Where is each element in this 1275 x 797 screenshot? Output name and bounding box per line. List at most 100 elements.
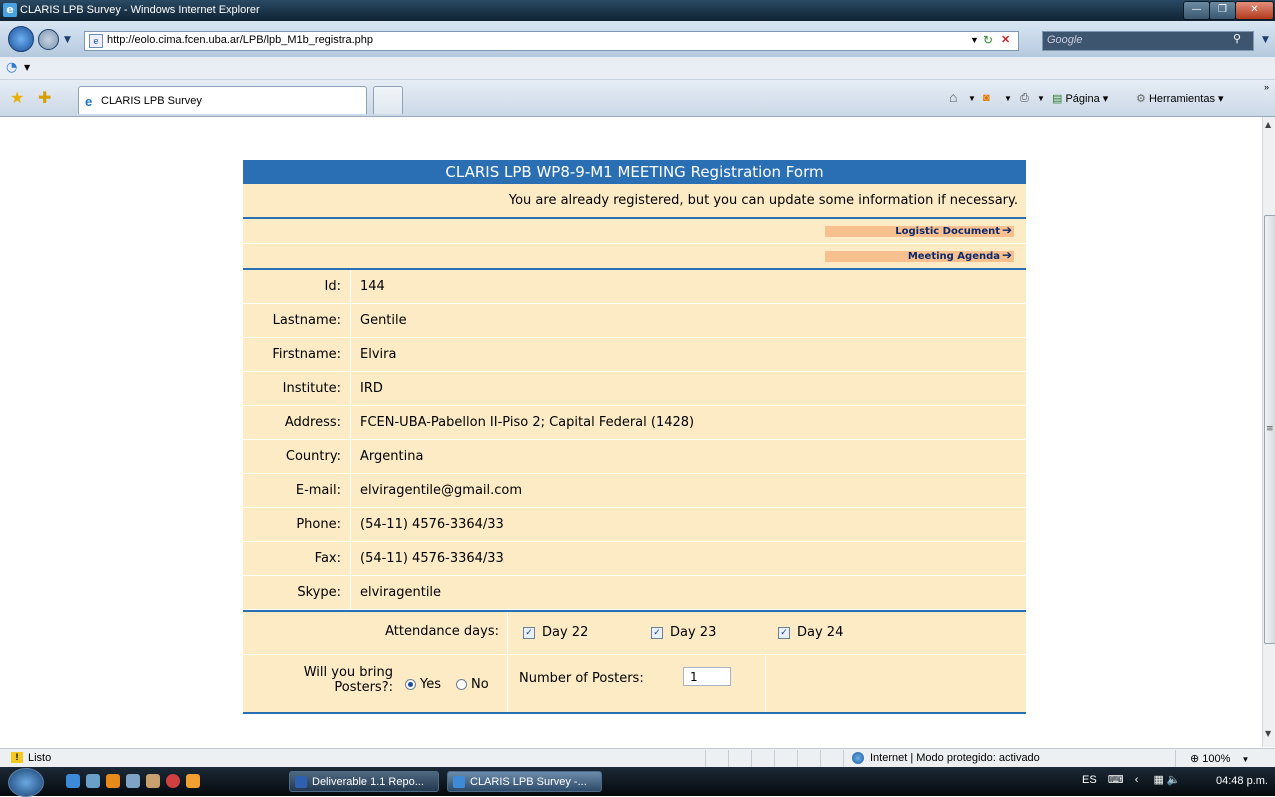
search-input[interactable]: Google ⚲ — [1042, 31, 1254, 51]
field-row-lastname: Lastname: Gentile — [243, 304, 1026, 338]
start-button[interactable] — [8, 768, 44, 797]
ie-toolbar-icon[interactable]: ◔ — [6, 60, 17, 75]
history-dropdown-icon[interactable]: ▼ — [64, 35, 71, 45]
taskbar-item-ie[interactable]: CLARIS LPB Survey -... — [447, 771, 602, 792]
home-icon[interactable]: ⌂ — [949, 89, 957, 105]
ie-icon — [453, 776, 465, 788]
day-24-checkbox[interactable]: ✓ Day 24 — [778, 625, 843, 640]
links-toolbar: ◔ ▼ — [0, 57, 1275, 80]
add-favorites-icon[interactable]: ✚ — [38, 88, 51, 107]
search-icon[interactable]: ⚲ — [1233, 32, 1241, 45]
field-row-fax: Fax: (54-11) 4576-3364/33 — [243, 542, 1026, 576]
maximize-button[interactable]: ❐ — [1209, 1, 1236, 20]
zoom-icon: ⊕ — [1190, 753, 1200, 765]
arrow-right-icon: ➔ — [1001, 248, 1012, 262]
field-label: Country: — [285, 449, 341, 464]
page-menu-label: Página ▾ — [1065, 93, 1109, 105]
field-value: 144 — [360, 279, 385, 294]
keyboard-icon[interactable]: ⌨ — [1108, 774, 1124, 786]
zoom-dropdown-icon: ▼ — [1241, 755, 1250, 764]
logistic-row: Logistic Document ➔ — [243, 219, 1026, 244]
feeds-icon[interactable]: ◙ — [983, 92, 990, 104]
opera-quicklaunch-icon[interactable] — [166, 774, 180, 788]
field-row-email: E-mail: elviragentile@gmail.com — [243, 474, 1026, 508]
field-value: Gentile — [360, 313, 407, 328]
posters-yes-radio[interactable]: Yes — [405, 677, 441, 692]
meeting-agenda-link[interactable]: Meeting Agenda ➔ — [825, 248, 1014, 262]
tab-claris[interactable]: e CLARIS LPB Survey — [78, 86, 367, 114]
field-value: FCEN-UBA-Pabellon II-Piso 2; Capital Fed… — [360, 415, 695, 430]
taskbar-item-word[interactable]: Deliverable 1.1 Repo... — [289, 771, 439, 792]
field-value: elviragentile — [360, 585, 442, 600]
feeds-dropdown-icon[interactable]: ▼ — [1004, 94, 1012, 103]
print-icon[interactable]: ⎙ — [1020, 92, 1029, 105]
page-menu[interactable]: ▤ Página ▾ — [1052, 92, 1108, 105]
chevron-more-icon[interactable]: » — [1264, 82, 1269, 92]
day-22-checkbox[interactable]: ✓ Day 22 — [523, 625, 588, 640]
status-text: Listo — [28, 752, 52, 764]
checkbox-checked-icon: ✓ — [778, 626, 790, 639]
app-quicklaunch-icon[interactable] — [146, 774, 160, 788]
number-of-posters-input[interactable]: 1 — [683, 667, 731, 686]
form-title: CLARIS LPB WP8-9-M1 MEETING Registration… — [243, 160, 1026, 184]
refresh-icon[interactable]: ↻ — [983, 33, 993, 47]
ie-quicklaunch-icon[interactable] — [66, 774, 80, 788]
network-icon[interactable]: ▦ — [1153, 774, 1163, 786]
app2-quicklaunch-icon[interactable] — [186, 774, 200, 788]
logistic-document-label: Logistic Document — [895, 226, 1000, 237]
minimize-button[interactable]: — — [1183, 1, 1210, 20]
language-indicator[interactable]: ES — [1082, 774, 1097, 786]
search-quicklaunch-icon[interactable] — [126, 774, 140, 788]
taskbar-item-label: CLARIS LPB Survey -... — [470, 776, 587, 788]
zoom-level[interactable]: ⊕ 100% ▼ — [1190, 752, 1249, 765]
field-label: Address: — [284, 415, 341, 430]
stop-icon[interactable]: ✕ — [1001, 33, 1010, 46]
field-value: IRD — [360, 381, 383, 396]
tray-expand-icon[interactable]: ‹ — [1135, 774, 1139, 786]
print-dropdown-icon[interactable]: ▼ — [1037, 94, 1045, 103]
address-dropdown-icon[interactable]: ▼ — [970, 35, 979, 45]
field-label: Lastname: — [272, 313, 341, 328]
close-button[interactable]: ✕ — [1235, 1, 1274, 20]
field-label: Institute: — [282, 381, 341, 396]
security-zone[interactable]: Internet | Modo protegido: activado — [870, 752, 1040, 764]
scroll-down-icon[interactable]: ▼ — [1265, 729, 1271, 738]
agenda-row: Meeting Agenda ➔ — [243, 244, 1026, 270]
field-label: Id: — [324, 279, 341, 294]
home-dropdown-icon[interactable]: ▼ — [968, 94, 976, 103]
day-23-checkbox[interactable]: ✓ Day 23 — [651, 625, 716, 640]
gear-icon: ⚙ — [1136, 93, 1146, 105]
media-quicklaunch-icon[interactable] — [106, 774, 120, 788]
field-label: Firstname: — [272, 347, 341, 362]
logistic-document-link[interactable]: Logistic Document ➔ — [825, 223, 1014, 237]
posters-no-radio[interactable]: No — [456, 677, 489, 692]
new-tab-button[interactable] — [373, 86, 403, 114]
registration-form: CLARIS LPB WP8-9-M1 MEETING Registration… — [243, 160, 1026, 714]
tab-bar: ★ ✚ e CLARIS LPB Survey ⌂ ▼ ◙ ▼ ⎙ ▼ ▤ Pá… — [0, 80, 1275, 117]
tools-menu-label: Herramientas ▾ — [1148, 93, 1224, 105]
arrow-right-icon: ➔ — [1001, 223, 1012, 237]
volume-icon[interactable]: 🔈 — [1167, 774, 1181, 786]
field-row-address: Address: FCEN-UBA-Pabellon II-Piso 2; Ca… — [243, 406, 1026, 440]
window-title-bar: e CLARIS LPB Survey - Windows Internet E… — [0, 0, 1275, 21]
address-url: http://eolo.cima.fcen.uba.ar/LPB/lpb_M1b… — [107, 34, 373, 46]
field-row-country: Country: Argentina — [243, 440, 1026, 474]
tools-menu[interactable]: ⚙ Herramientas ▾ — [1136, 92, 1224, 105]
field-label: Skype: — [297, 585, 341, 600]
show-desktop-icon[interactable] — [86, 774, 100, 788]
back-button[interactable] — [8, 26, 34, 52]
page-menu-icon: ▤ — [1052, 93, 1063, 105]
internet-zone-icon — [852, 752, 864, 764]
field-row-skype: Skype: elviragentile — [243, 576, 1026, 610]
field-row-firstname: Firstname: Elvira — [243, 338, 1026, 372]
address-field[interactable]: e http://eolo.cima.fcen.uba.ar/LPB/lpb_M… — [84, 31, 1019, 51]
scroll-up-icon[interactable]: ▲ — [1265, 120, 1271, 129]
forward-button[interactable] — [38, 29, 59, 50]
toolbar-dropdown-icon[interactable]: ▼ — [24, 63, 30, 72]
search-options-icon[interactable]: ▼ — [1262, 35, 1269, 45]
day-22-label: Day 22 — [542, 625, 589, 640]
system-tray: ES ⌨ ‹ ▦ 🔈 — [1082, 773, 1181, 786]
favorites-star-icon[interactable]: ★ — [10, 88, 24, 107]
clock[interactable]: 04:48 p.m. — [1216, 775, 1268, 787]
vertical-scrollbar[interactable]: ▲ ≡ ▼ — [1262, 117, 1275, 747]
